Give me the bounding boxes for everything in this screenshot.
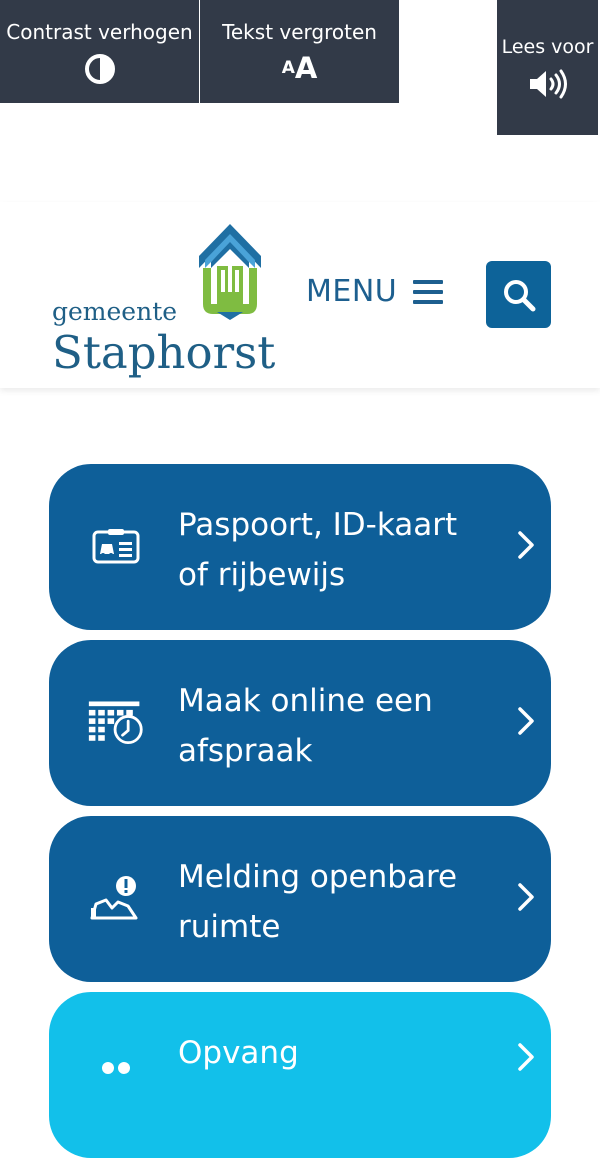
search-icon xyxy=(503,279,535,311)
menu-button[interactable]: MENU xyxy=(306,274,444,309)
tile-label: Melding openbare ruimte xyxy=(178,859,458,945)
text-size-button[interactable]: Tekst vergroten AA xyxy=(200,0,399,103)
chevron-right-icon xyxy=(517,1042,535,1076)
calendar-clock-icon xyxy=(87,694,145,752)
speaker-icon xyxy=(526,69,570,99)
logo-text-staphorst: Staphorst xyxy=(52,326,276,379)
logo-text-gemeente: gemeente xyxy=(52,297,178,326)
site-header: gemeente Staphorst MENU xyxy=(0,202,600,388)
contrast-label: Contrast verhogen xyxy=(6,19,193,44)
site-logo[interactable]: gemeente Staphorst xyxy=(52,222,276,379)
tile-label: Opvang xyxy=(178,1035,299,1071)
text-size-icon-small: A xyxy=(281,58,295,78)
tile-report[interactable]: Melding openbare ruimte xyxy=(49,816,551,982)
tile-care[interactable]: Opvang xyxy=(49,992,551,1158)
tile-passport[interactable]: Paspoort, ID-kaart of rijbewijs xyxy=(49,464,551,630)
people-icon xyxy=(87,1032,145,1090)
read-aloud-button[interactable]: Lees voor xyxy=(497,0,598,135)
id-card-icon xyxy=(87,518,145,576)
report-issue-icon xyxy=(87,870,145,928)
text-size-icon: AA xyxy=(282,54,318,84)
search-button[interactable] xyxy=(486,261,551,328)
chevron-right-icon xyxy=(517,530,535,564)
text-size-label: Tekst vergroten xyxy=(222,19,377,44)
menu-label: MENU xyxy=(306,274,398,309)
chevron-right-icon xyxy=(517,882,535,916)
tile-label: Maak online een afspraak xyxy=(178,683,433,769)
read-aloud-label: Lees voor xyxy=(501,36,594,59)
hamburger-icon xyxy=(413,279,444,304)
chevron-right-icon xyxy=(517,706,535,740)
tile-appointment[interactable]: Maak online een afspraak xyxy=(49,640,551,806)
logo-emblem-icon xyxy=(199,224,261,320)
contrast-icon xyxy=(84,53,116,84)
tile-label: Paspoort, ID-kaart of rijbewijs xyxy=(178,507,458,593)
text-size-icon-big: A xyxy=(294,51,318,85)
contrast-button[interactable]: Contrast verhogen xyxy=(0,0,199,103)
